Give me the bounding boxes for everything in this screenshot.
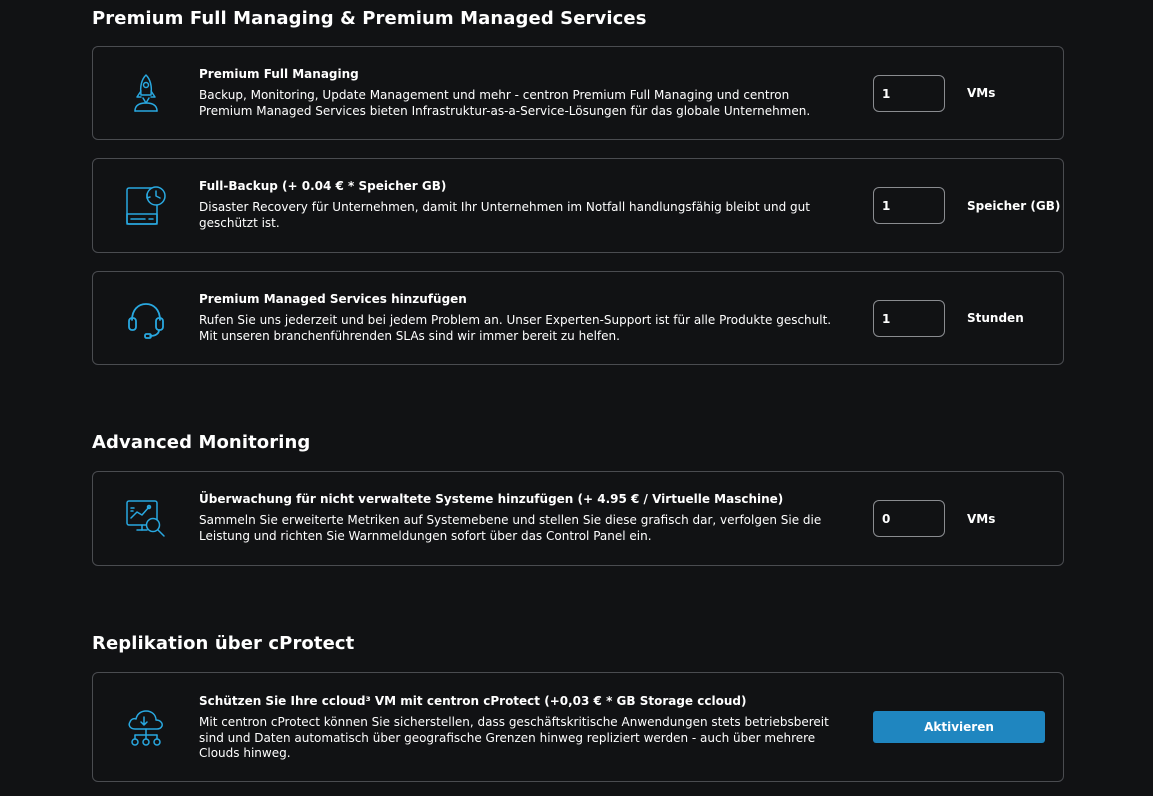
- card-description: Disaster Recovery für Unternehmen, damit…: [199, 200, 810, 230]
- cloud-network-icon: [123, 705, 169, 751]
- card-cprotect: Schützen Sie Ihre ccloud³ VM mit centron…: [92, 672, 1064, 782]
- card-description: Backup, Monitoring, Update Management un…: [199, 88, 811, 118]
- headset-icon: [123, 296, 169, 342]
- hours-quantity-input[interactable]: [873, 300, 945, 337]
- unit-label: VMs: [967, 86, 996, 100]
- card-premium-managed-services: Premium Managed Services hinzufügen Rufe…: [92, 271, 1064, 365]
- card-advanced-monitoring: Überwachung für nicht verwaltete Systeme…: [92, 471, 1064, 566]
- unit-label: Speicher (GB): [967, 199, 1061, 213]
- monitoring-vms-input[interactable]: [873, 500, 945, 537]
- monitoring-icon: [123, 496, 169, 542]
- card-title: Full-Backup (+ 0.04 € * Speicher GB): [199, 179, 447, 193]
- card-text: Überwachung für nicht verwaltete Systeme…: [199, 491, 839, 544]
- services-page: Premium Full Managing & Premium Managed …: [0, 0, 1153, 796]
- card-description: Rufen Sie uns jederzeit und bei jedem Pr…: [199, 313, 832, 343]
- card-text: Premium Full Managing Backup, Monitoring…: [199, 66, 839, 119]
- section-title-premium: Premium Full Managing & Premium Managed …: [92, 8, 647, 29]
- vms-quantity-input[interactable]: [873, 75, 945, 112]
- card-premium-full-managing: Premium Full Managing Backup, Monitoring…: [92, 46, 1064, 140]
- storage-quantity-input[interactable]: [873, 187, 945, 224]
- card-description: Sammeln Sie erweiterte Metriken auf Syst…: [199, 513, 822, 543]
- card-description: Mit centron cProtect können Sie sicherst…: [199, 715, 829, 760]
- card-text: Schützen Sie Ihre ccloud³ VM mit centron…: [199, 693, 839, 762]
- card-text: Premium Managed Services hinzufügen Rufe…: [199, 291, 839, 344]
- card-full-backup: Full-Backup (+ 0.04 € * Speicher GB) Dis…: [92, 158, 1064, 253]
- section-title-monitoring: Advanced Monitoring: [92, 432, 311, 453]
- card-title: Premium Full Managing: [199, 67, 359, 81]
- unit-label: VMs: [967, 512, 996, 526]
- card-title: Schützen Sie Ihre ccloud³ VM mit centron…: [199, 694, 747, 708]
- unit-label: Stunden: [967, 311, 1024, 325]
- card-text: Full-Backup (+ 0.04 € * Speicher GB) Dis…: [199, 178, 839, 231]
- section-title-replication: Replikation über cProtect: [92, 633, 355, 654]
- card-title: Premium Managed Services hinzufügen: [199, 292, 467, 306]
- rocket-icon: [123, 71, 169, 117]
- activate-button[interactable]: Aktivieren: [873, 711, 1045, 743]
- card-title: Überwachung für nicht verwaltete Systeme…: [199, 492, 784, 506]
- backup-server-icon: [123, 184, 169, 230]
